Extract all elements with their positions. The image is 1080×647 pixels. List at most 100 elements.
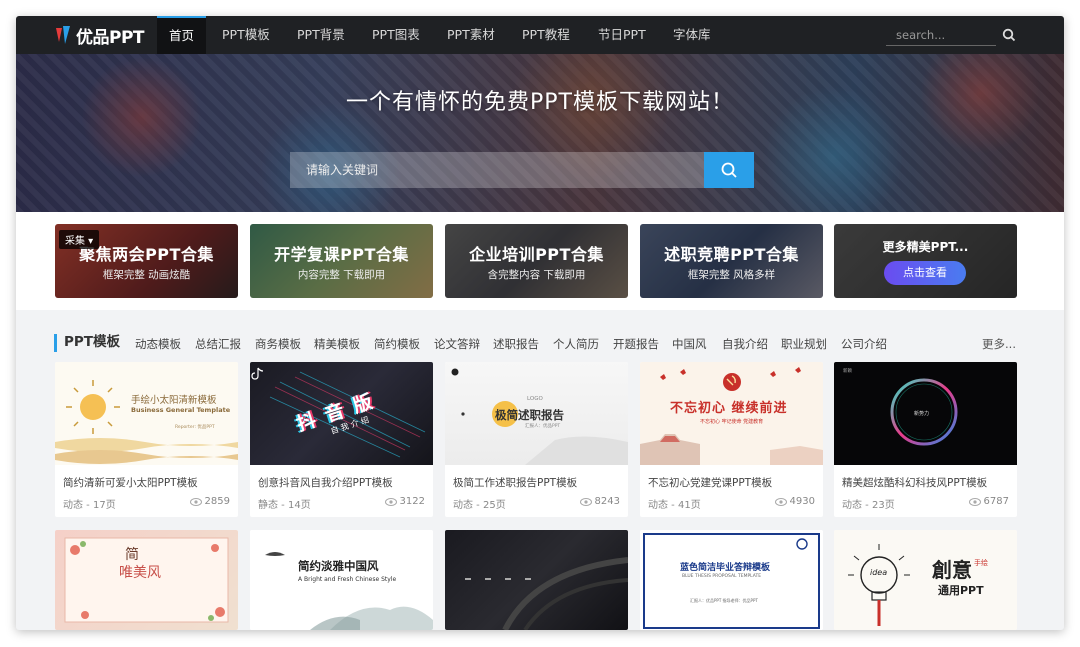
category-item[interactable]: 职业规划 — [781, 336, 827, 352]
template-card[interactable]: 新颖 新势力 精美超炫酷科幻科技风PPT模板 动态 - 23页 6787 — [834, 362, 1017, 517]
template-card[interactable]: 简 唯美风 — [55, 530, 238, 630]
search-icon[interactable] — [1002, 27, 1016, 42]
nav-item-home[interactable]: 首页 — [157, 16, 207, 54]
thumb-subtitle: 汇报人：优品PPT — [525, 424, 561, 429]
template-card[interactable]: idea 創意 手绘 通用PPT — [834, 530, 1017, 630]
category-item[interactable]: 商务模板 — [255, 336, 301, 352]
template-card[interactable]: LOGO 极简述职报告 汇报人：优品PPT 极简工作述职报告PPT模板 动态 -… — [445, 362, 628, 517]
collection-card-corporate-training[interactable]: 企业培训PPT合集 含完整内容 下载即用 — [445, 224, 628, 298]
collection-title: 述职竞聘PPT合集 — [664, 245, 799, 264]
collect-tag[interactable]: 采集 ▾ — [59, 230, 100, 249]
category-bar: PPT模板 动态模板 总结汇报 商务模板 精美模板 简约模板 论文答辩 述职报告… — [54, 334, 1016, 352]
template-card[interactable]: 蓝色简洁毕业答辩模板 BLUE THESIS PROPOSAL TEMPLATE… — [640, 530, 823, 630]
dark-abstract-illustration — [465, 557, 628, 630]
card-views: 8243 — [579, 496, 620, 507]
site-logo[interactable]: 优品PPT — [54, 23, 145, 48]
card-title[interactable]: 简约清新可爱小太阳PPT模板 — [63, 475, 198, 490]
collection-card-more[interactable]: 更多精美PPT... 点击查看 — [834, 224, 1017, 298]
nav-item-ppt-materials[interactable]: PPT素材 — [435, 16, 507, 54]
thumb-title: 不忘初心 继续前进 — [670, 401, 788, 416]
card-thumbnail[interactable] — [445, 530, 628, 630]
collections-row: 采集 ▾ 聚焦两会PPT合集 框架完整 动画炫酷 开学复课PPT合集 内容完整 … — [16, 212, 1064, 310]
thumb-subtitle: 不忘初心 牢记使命 党建教育 — [700, 419, 764, 425]
template-card[interactable]: 抖 音 版 自 我 介 绍 创意抖音风自我介绍PPT模板 静态 - 14页 31… — [250, 362, 433, 517]
thumb-subtitle: 新势力 — [914, 411, 930, 417]
category-item[interactable]: 开题报告 — [613, 336, 659, 352]
collection-card-two-sessions[interactable]: 采集 ▾ 聚焦两会PPT合集 框架完整 动画炫酷 — [55, 224, 238, 298]
category-item[interactable]: 公司介绍 — [841, 336, 887, 352]
collection-subtitle: 内容完整 下载即用 — [297, 269, 386, 281]
thumb-subtitle: Business General Template — [131, 406, 231, 414]
nav-item-fonts[interactable]: 字体库 — [661, 16, 723, 54]
collection-subtitle: 框架完整 动画炫酷 — [102, 269, 191, 281]
category-more-link[interactable]: 更多... — [982, 336, 1016, 352]
card-thumbnail[interactable]: 简约淡雅中国风 A Bright and Fresh Chinese Style — [250, 530, 433, 630]
template-card[interactable] — [445, 530, 628, 630]
hero-search — [290, 152, 754, 188]
category-item[interactable]: 动态模板 — [135, 336, 181, 352]
category-item[interactable]: 论文答辩 — [434, 336, 480, 352]
collection-title: 开学复课PPT合集 — [274, 245, 409, 264]
eye-icon — [968, 497, 981, 506]
nav-item-ppt-charts[interactable]: PPT图表 — [360, 16, 432, 54]
eye-icon — [189, 497, 202, 506]
view-more-button[interactable]: 点击查看 — [884, 261, 966, 285]
template-card[interactable]: 简约淡雅中国风 A Bright and Fresh Chinese Style — [250, 530, 433, 630]
top-nav: 优品PPT 首页 PPT模板 PPT背景 PPT图表 PPT素材 PPT教程 节… — [16, 16, 1064, 54]
thumb-title: 手绘小太阳清新模板 — [131, 395, 217, 406]
logo-text: 优品PPT — [76, 27, 145, 48]
template-card[interactable]: 不忘初心 继续前进 不忘初心 牢记使命 党建教育 不忘初心党建党课PPT模板 动… — [640, 362, 823, 517]
collection-card-back-to-school[interactable]: 开学复课PPT合集 内容完整 下载即用 — [250, 224, 433, 298]
eye-icon — [774, 497, 787, 506]
category-heading: PPT模板 — [54, 334, 120, 352]
card-thumbnail[interactable]: 抖 音 版 自 我 介 绍 — [250, 362, 433, 465]
template-card[interactable]: 手绘小太阳清新模板 Business General Template Repo… — [55, 362, 238, 517]
category-item[interactable]: 个人简历 — [553, 336, 599, 352]
nav-search — [886, 24, 996, 46]
thumb-subtitle: 唯美风 — [119, 565, 161, 581]
hero-search-button[interactable] — [704, 152, 754, 188]
thumb-hand: 手绘 — [974, 559, 988, 567]
collection-title: 企业培训PPT合集 — [469, 245, 604, 264]
card-views: 2859 — [189, 496, 230, 507]
category-item[interactable]: 精美模板 — [314, 336, 360, 352]
card-thumbnail[interactable]: idea 創意 手绘 通用PPT — [834, 530, 1017, 630]
card-thumbnail[interactable]: 不忘初心 继续前进 不忘初心 牢记使命 党建教育 — [640, 362, 823, 465]
card-title[interactable]: 不忘初心党建党课PPT模板 — [648, 475, 772, 490]
card-title[interactable]: 精美超炫酷科幻科技风PPT模板 — [842, 475, 987, 490]
card-thumbnail[interactable]: 手绘小太阳清新模板 Business General Template Repo… — [55, 362, 238, 465]
view-count: 3122 — [399, 496, 425, 507]
nav-item-ppt-tutorials[interactable]: PPT教程 — [510, 16, 582, 54]
nav-search-input[interactable] — [886, 25, 996, 45]
nav-item-ppt-templates[interactable]: PPT模板 — [210, 16, 282, 54]
card-meta: 动态 - 25页 — [453, 500, 506, 511]
thumb-footer: 汇报人：优品PPT 指导老师：优品PPT — [690, 598, 758, 603]
card-thumbnail[interactable]: 新颖 新势力 — [834, 362, 1017, 465]
blue-frame-illustration — [643, 533, 820, 629]
card-meta: 动态 - 41页 — [648, 500, 701, 511]
nav-item-ppt-backgrounds[interactable]: PPT背景 — [285, 16, 357, 54]
category-item[interactable]: 述职报告 — [493, 336, 539, 352]
thumb-title: 极简述职报告 — [495, 408, 564, 422]
card-thumbnail[interactable]: 简 唯美风 — [55, 530, 238, 630]
card-meta: 动态 - 23页 — [842, 500, 895, 511]
category-item[interactable]: 中国风 — [672, 336, 707, 352]
card-thumbnail[interactable]: LOGO 极简述职报告 汇报人：优品PPT — [445, 362, 628, 465]
card-title[interactable]: 极简工作述职报告PPT模板 — [453, 475, 577, 490]
thumb-subtitle: A Bright and Fresh Chinese Style — [298, 576, 397, 583]
card-title[interactable]: 创意抖音风自我介绍PPT模板 — [258, 475, 393, 490]
nav-item-holiday-ppt[interactable]: 节日PPT — [586, 16, 658, 54]
hero-search-input[interactable] — [290, 152, 704, 188]
card-meta: 静态 - 14页 — [258, 500, 311, 511]
card-meta: 动态 - 17页 — [63, 500, 116, 511]
thumb-logo: LOGO — [527, 396, 543, 402]
eye-icon — [579, 497, 592, 506]
card-thumbnail[interactable]: 蓝色简洁毕业答辩模板 BLUE THESIS PROPOSAL TEMPLATE… — [640, 530, 823, 630]
collection-card-job-report[interactable]: 述职竞聘PPT合集 框架完整 风格多样 — [640, 224, 823, 298]
thumb-subtitle: 通用PPT — [938, 584, 984, 597]
thumb-idea: idea — [870, 568, 888, 577]
category-item[interactable]: 简约模板 — [374, 336, 420, 352]
lightbulb-illustration — [848, 544, 910, 626]
category-item[interactable]: 自我介绍 — [722, 336, 768, 352]
category-item[interactable]: 总结汇报 — [195, 336, 241, 352]
